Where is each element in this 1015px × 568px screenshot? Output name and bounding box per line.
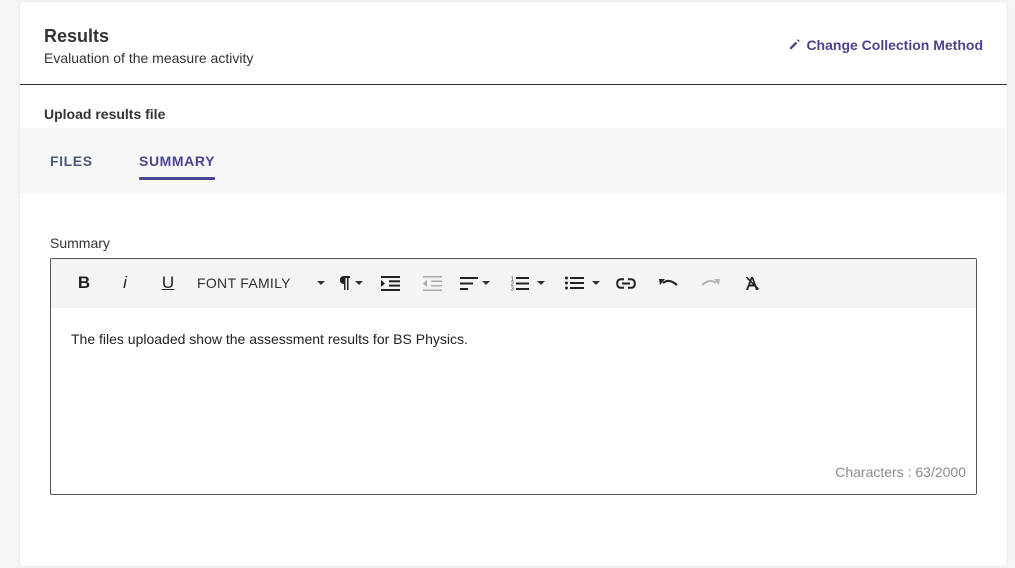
link-icon[interactable]	[616, 272, 636, 294]
bold-icon[interactable]: B	[75, 272, 93, 294]
font-family-label: FONT FAMILY	[197, 275, 291, 291]
upload-results-label: Upload results file	[44, 106, 166, 122]
change-collection-method-button[interactable]: Change Collection Method	[789, 37, 983, 53]
outdent-icon	[422, 272, 442, 294]
indent-icon[interactable]	[380, 272, 400, 294]
clear-formatting-icon[interactable]	[743, 272, 761, 294]
italic-icon[interactable]: i	[117, 272, 133, 294]
character-count: Characters : 63/2000	[835, 464, 966, 480]
align-icon[interactable]	[459, 272, 491, 294]
ordered-list-icon[interactable]: 123	[508, 272, 548, 294]
redo-icon	[700, 272, 720, 294]
unordered-list-icon[interactable]	[562, 272, 602, 294]
page-subtitle: Evaluation of the measure activity	[44, 50, 254, 66]
editor-toolbar: B i U FONT FAMILY 123	[51, 259, 976, 308]
tab-files[interactable]: FILES	[50, 153, 93, 180]
pencil-icon	[789, 37, 801, 53]
font-family-dropdown[interactable]: FONT FAMILY	[197, 272, 325, 294]
results-card: Results Evaluation of the measure activi…	[20, 2, 1007, 566]
underline-icon[interactable]: U	[158, 272, 178, 294]
undo-icon[interactable]	[658, 272, 678, 294]
card-header: Results Evaluation of the measure activi…	[20, 2, 1007, 85]
svg-text:3: 3	[511, 286, 514, 291]
paragraph-format-icon[interactable]	[336, 272, 366, 294]
summary-field-label: Summary	[50, 235, 110, 251]
summary-editor[interactable]: B i U FONT FAMILY 123 The files uploaded…	[50, 258, 977, 495]
change-collection-method-label: Change Collection Method	[806, 37, 983, 53]
editor-content[interactable]: The files uploaded show the assessment r…	[71, 331, 468, 347]
tab-bar: FILES SUMMARY	[20, 128, 1007, 193]
page-title: Results	[44, 26, 110, 46]
tab-summary[interactable]: SUMMARY	[139, 153, 216, 180]
chevron-down-icon	[317, 281, 325, 285]
